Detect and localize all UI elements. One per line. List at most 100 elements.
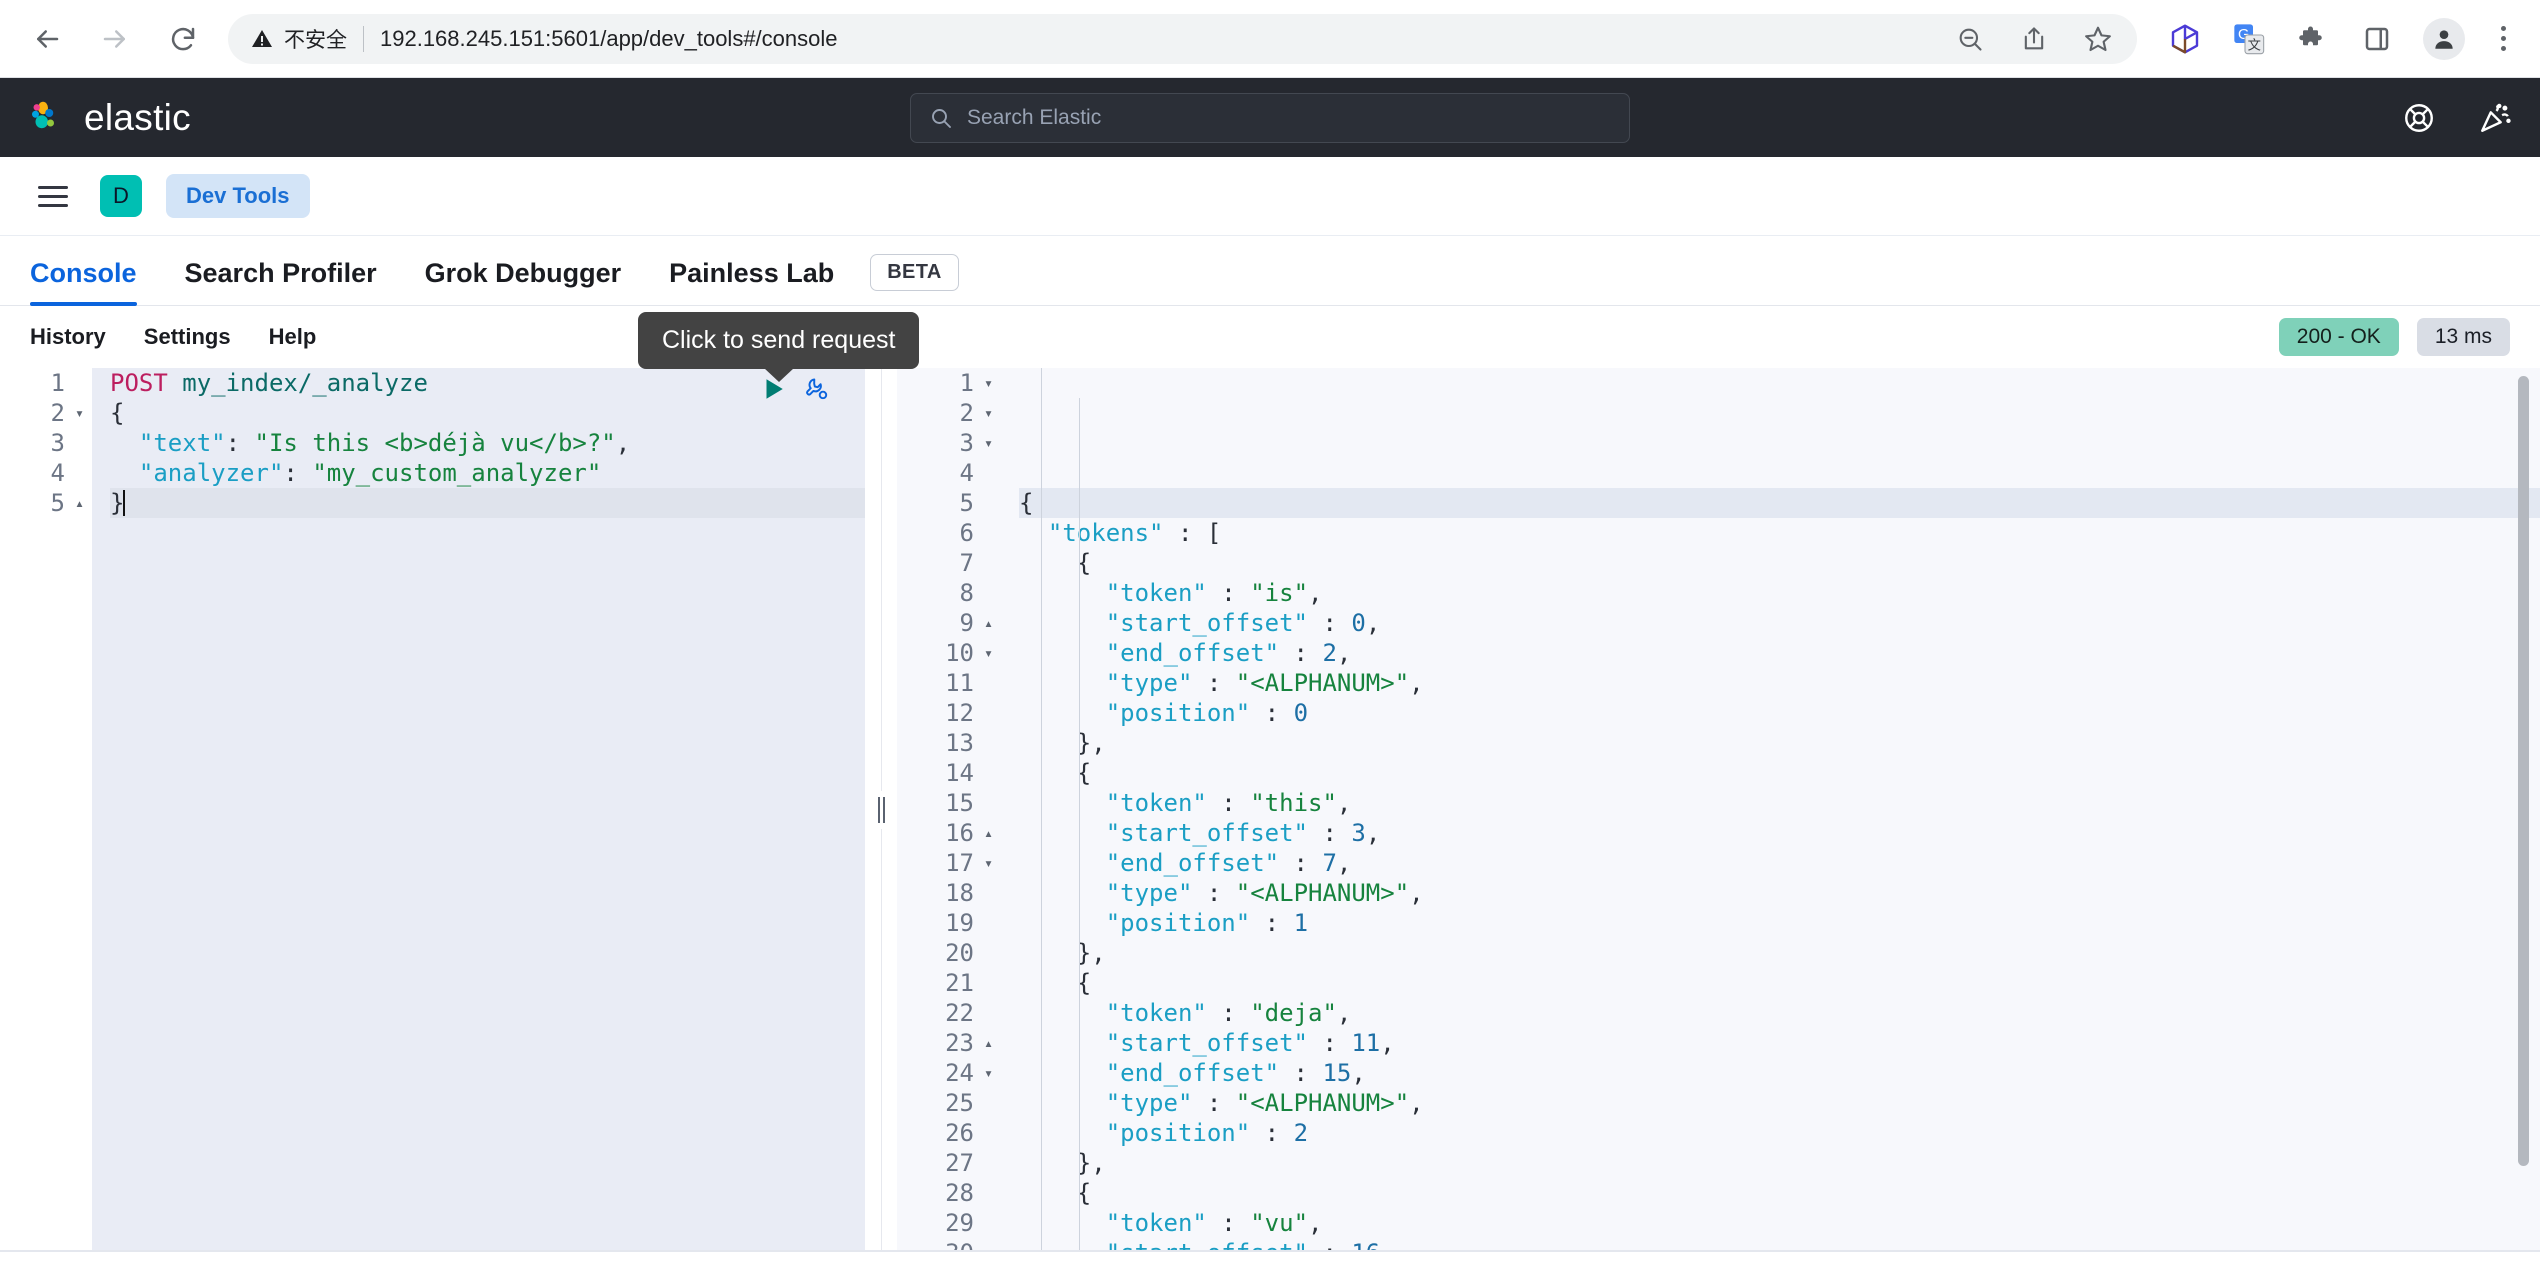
help-lifebuoy-icon[interactable] bbox=[2402, 101, 2436, 135]
puzzle-extensions-icon[interactable] bbox=[2295, 21, 2331, 57]
code-line[interactable]: "token" : "vu", bbox=[1019, 1208, 2540, 1238]
fold-toggle-icon[interactable] bbox=[981, 856, 993, 871]
fold-toggle-icon[interactable] bbox=[981, 646, 993, 661]
response-pane[interactable]: 1234567891011121314151617181920212223242… bbox=[897, 368, 2540, 1252]
global-search-input[interactable]: Search Elastic bbox=[910, 92, 1630, 143]
line-number: 11 bbox=[945, 669, 974, 697]
code-token: "type" bbox=[1105, 669, 1193, 697]
hamburger-menu-icon[interactable] bbox=[30, 178, 76, 215]
code-token: "is" bbox=[1250, 579, 1309, 607]
reload-icon bbox=[171, 27, 195, 50]
share-icon[interactable] bbox=[2017, 22, 2051, 56]
send-request-play-icon[interactable] bbox=[760, 376, 786, 402]
tab-grok-debugger[interactable]: Grok Debugger bbox=[401, 258, 646, 305]
fold-toggle-icon[interactable] bbox=[981, 376, 993, 391]
profile-avatar-icon[interactable] bbox=[2423, 17, 2465, 60]
code-line[interactable]: "tokens" : [ bbox=[1019, 518, 2540, 548]
fold-toggle-icon[interactable] bbox=[72, 406, 84, 421]
code-token: "token" bbox=[1105, 1209, 1207, 1237]
code-line[interactable]: } bbox=[110, 488, 865, 518]
code-line[interactable]: "end_offset" : 15, bbox=[1019, 1058, 2540, 1088]
code-line[interactable]: { bbox=[1019, 968, 2540, 998]
elastic-logo-link[interactable]: elastic bbox=[28, 97, 191, 139]
editor-splitter[interactable] bbox=[865, 368, 897, 1252]
code-line[interactable]: "end_offset" : 7, bbox=[1019, 848, 2540, 878]
code-token: "tokens" bbox=[1047, 519, 1164, 547]
code-line[interactable]: { bbox=[1019, 758, 2540, 788]
code-line[interactable]: "text": "Is this <b>déjà vu</b>?", bbox=[110, 428, 865, 458]
code-token: { bbox=[1019, 489, 1034, 517]
response-code-area[interactable]: 1234567891011121314151617181920212223242… bbox=[897, 368, 2540, 1252]
line-number: 18 bbox=[945, 879, 974, 907]
bookmark-star-icon[interactable] bbox=[2081, 22, 2115, 56]
fold-toggle-icon[interactable] bbox=[981, 1036, 993, 1051]
code-line[interactable]: }, bbox=[1019, 1148, 2540, 1178]
code-token: "position" bbox=[1105, 909, 1251, 937]
reload-button[interactable] bbox=[162, 18, 204, 60]
request-code-area[interactable]: 12345 POST my_index/_analyze{ "text": "I… bbox=[0, 368, 865, 1252]
tab-painless-lab[interactable]: Painless Lab bbox=[645, 258, 858, 305]
code-line[interactable]: "token" : "this", bbox=[1019, 788, 2540, 818]
code-line[interactable]: "position" : 0 bbox=[1019, 698, 2540, 728]
fold-toggle-icon[interactable] bbox=[981, 616, 993, 631]
side-panel-icon[interactable] bbox=[2359, 21, 2395, 57]
zoom-out-icon[interactable] bbox=[1953, 22, 1987, 56]
console-editors: 12345 POST my_index/_analyze{ "text": "I… bbox=[0, 368, 2540, 1252]
history-button[interactable]: History bbox=[30, 324, 106, 350]
code-line[interactable]: }, bbox=[1019, 938, 2540, 968]
code-line[interactable]: "end_offset" : 2, bbox=[1019, 638, 2540, 668]
security-warning[interactable]: 不安全 bbox=[250, 24, 347, 54]
code-token: 2 bbox=[1293, 1119, 1309, 1147]
code-line[interactable]: { bbox=[1019, 488, 2540, 518]
fold-toggle-icon[interactable] bbox=[981, 826, 993, 841]
code-line[interactable]: { bbox=[110, 398, 865, 428]
back-button[interactable] bbox=[26, 18, 68, 60]
kebab-menu-icon[interactable] bbox=[2493, 26, 2514, 51]
tab-console[interactable]: Console bbox=[30, 258, 161, 306]
settings-button[interactable]: Settings bbox=[144, 324, 231, 350]
code-line[interactable]: POST my_index/_analyze bbox=[110, 368, 865, 398]
fold-toggle-icon[interactable] bbox=[981, 406, 993, 421]
code-line[interactable]: "type" : "<ALPHANUM>", bbox=[1019, 668, 2540, 698]
splitter-grip-icon bbox=[875, 791, 887, 829]
code-line[interactable]: "analyzer": "my_custom_analyzer" bbox=[110, 458, 865, 488]
forward-arrow-icon bbox=[103, 29, 125, 48]
response-scrollbar[interactable] bbox=[2518, 376, 2529, 1166]
address-bar[interactable]: 不安全 192.168.245.151:5601/app/dev_tools#/… bbox=[228, 13, 2137, 64]
breadcrumb-dev-tools[interactable]: Dev Tools bbox=[166, 174, 310, 218]
code-line[interactable]: "start_offset" : 3, bbox=[1019, 818, 2540, 848]
request-editor-pane[interactable]: 12345 POST my_index/_analyze{ "text": "I… bbox=[0, 368, 865, 1252]
code-line[interactable]: "type" : "<ALPHANUM>", bbox=[1019, 1088, 2540, 1118]
forward-button[interactable] bbox=[94, 18, 136, 60]
indent-guide bbox=[1079, 398, 1080, 1252]
line-number: 28 bbox=[945, 1179, 974, 1207]
help-button[interactable]: Help bbox=[269, 324, 317, 350]
code-token: 2 bbox=[1322, 639, 1337, 667]
code-line[interactable]: "token" : "deja", bbox=[1019, 998, 2540, 1028]
request-options-wrench-icon[interactable] bbox=[804, 376, 830, 402]
tab-search-profiler[interactable]: Search Profiler bbox=[161, 258, 401, 305]
code-line[interactable]: "start_offset" : 0, bbox=[1019, 608, 2540, 638]
request-actions bbox=[760, 376, 830, 402]
code-line[interactable]: }, bbox=[1019, 728, 2540, 758]
code-token: : bbox=[1279, 639, 1323, 667]
fold-toggle-icon[interactable] bbox=[981, 1066, 993, 1081]
request-code-lines[interactable]: POST my_index/_analyze{ "text": "Is this… bbox=[92, 368, 865, 1252]
space-avatar[interactable]: D bbox=[100, 175, 142, 217]
code-token: POST bbox=[110, 369, 183, 397]
code-token: : bbox=[1308, 819, 1352, 847]
cube-3d-icon[interactable] bbox=[2167, 21, 2203, 57]
party-popper-icon[interactable] bbox=[2478, 101, 2512, 135]
fold-toggle-icon[interactable] bbox=[72, 496, 84, 511]
code-line[interactable]: "position" : 2 bbox=[1019, 1118, 2540, 1148]
google-translate-icon[interactable]: G 文 bbox=[2231, 21, 2267, 57]
code-line[interactable]: "start_offset" : 11, bbox=[1019, 1028, 2540, 1058]
code-line[interactable]: { bbox=[1019, 548, 2540, 578]
code-line[interactable]: { bbox=[1019, 1178, 2540, 1208]
code-line[interactable]: "token" : "is", bbox=[1019, 578, 2540, 608]
fold-toggle-icon[interactable] bbox=[981, 436, 993, 451]
code-line[interactable]: "position" : 1 bbox=[1019, 908, 2540, 938]
response-code-lines[interactable]: { "tokens" : [ { "token" : "is", "start_… bbox=[1001, 368, 2540, 1252]
code-line[interactable]: "type" : "<ALPHANUM>", bbox=[1019, 878, 2540, 908]
